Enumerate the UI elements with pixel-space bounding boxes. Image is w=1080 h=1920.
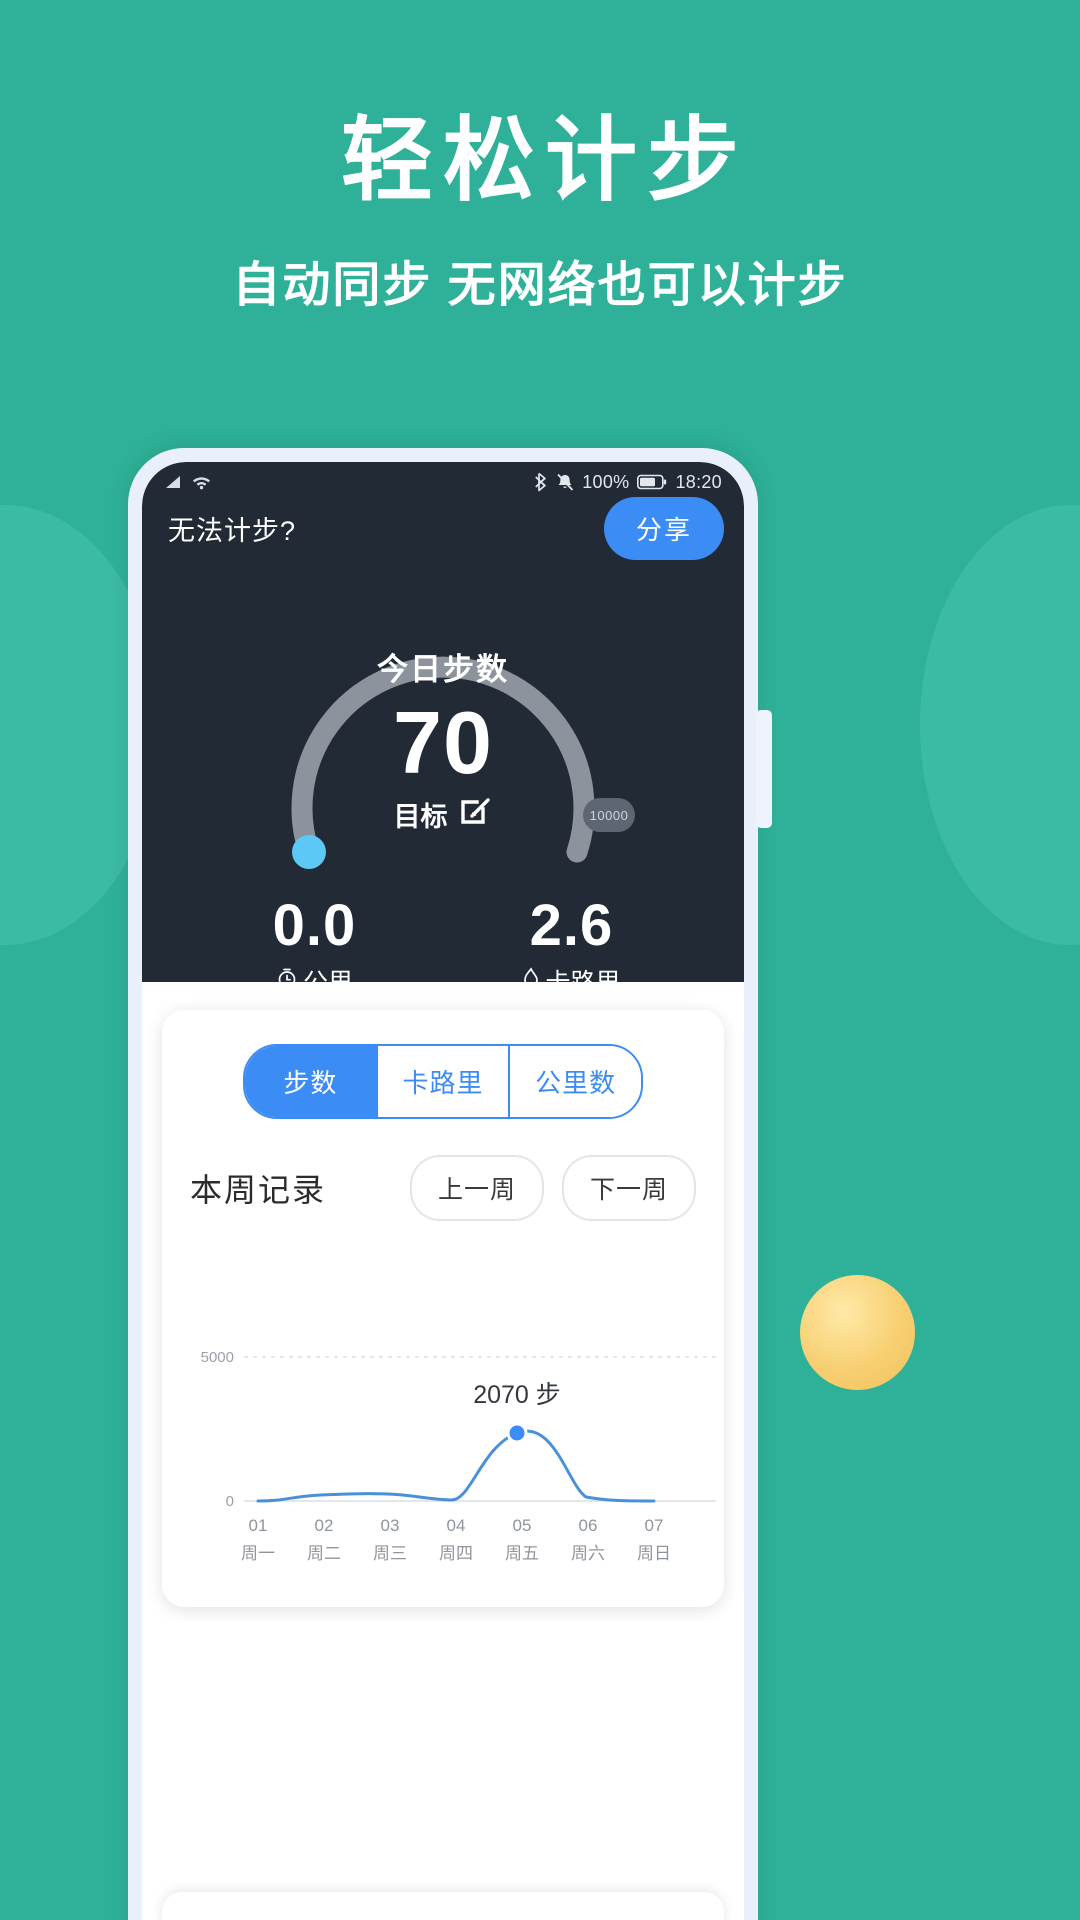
records-title: 本周记录 — [190, 1172, 327, 1208]
weekly-steps-chart: 5000 0 2070 步 01 02 03 04 05 06 07 周一 周二… — [162, 1319, 724, 1581]
calories-unit: 卡路里 — [545, 969, 621, 997]
next-week-button[interactable]: 下一周 — [561, 1155, 696, 1221]
edit-square-icon[interactable] — [459, 794, 493, 835]
goal-value-badge: 10000 — [583, 798, 635, 832]
chart-line — [256, 1429, 656, 1503]
wifi-icon — [191, 474, 212, 490]
background-orb — [800, 1275, 915, 1390]
xtick-num-2: 03 — [381, 1516, 400, 1535]
xtick-day-3: 周四 — [439, 1544, 473, 1563]
timer-icon — [276, 967, 298, 996]
distance-label-row: 公里 — [186, 963, 443, 999]
xtick-day-0: 周一 — [241, 1544, 275, 1563]
stats-row: 0.0 公里 2.6 卡路里 — [142, 892, 744, 999]
weekly-record-card: 步数 卡路里 公里数 本周记录 上一周 下一周 5000 0 2070 步 01… — [162, 1010, 724, 1607]
distance-unit: 公里 — [302, 969, 353, 997]
status-bar: 100% 18:20 — [142, 462, 744, 496]
xtick-day-4: 周五 — [505, 1544, 539, 1563]
stat-distance: 0.0 公里 — [186, 892, 443, 999]
battery-percent-label: 100% — [582, 471, 630, 492]
hero-top-row: 无法计步? 分享 — [142, 496, 744, 560]
promo-title: 轻松计步 — [340, 110, 749, 212]
promo-subtitle: 自动同步 无网络也可以计步 — [232, 259, 848, 313]
chart-annotation: 2070 步 — [473, 1381, 561, 1409]
xtick-num-3: 04 — [447, 1516, 466, 1535]
battery-icon — [637, 474, 667, 490]
signal-icon — [164, 474, 184, 490]
metric-tabs: 步数 卡路里 公里数 — [243, 1044, 643, 1119]
ytick-0: 0 — [226, 1493, 234, 1510]
step-progress-ring[interactable]: 今日步数 70 目标 10000 — [233, 566, 653, 896]
bluetooth-icon — [534, 472, 548, 492]
bell-muted-icon — [556, 473, 574, 492]
next-card-peek — [162, 1892, 724, 1920]
goal-label: 目标 — [393, 802, 448, 833]
tab-steps[interactable]: 步数 — [245, 1046, 378, 1117]
cannot-count-steps-link[interactable]: 无法计步? — [168, 509, 296, 548]
chart-peak-point — [506, 1422, 528, 1444]
flame-icon — [522, 966, 540, 996]
distance-value: 0.0 — [272, 893, 357, 958]
chart-svg: 5000 0 2070 步 01 02 03 04 05 06 07 周一 周二… — [201, 1349, 716, 1563]
xtick-num-0: 01 — [249, 1516, 268, 1535]
today-steps-value: 70 — [393, 693, 493, 792]
xtick-num-4: 05 — [513, 1516, 532, 1535]
promo-header: 轻松计步 自动同步 无网络也可以计步 — [0, 0, 1080, 315]
ytick-5000: 5000 — [201, 1349, 234, 1366]
xtick-day-5: 周六 — [571, 1544, 605, 1563]
background-circle-right — [920, 505, 1080, 945]
xtick-day-6: 周日 — [637, 1544, 671, 1563]
xtick-day-2: 周三 — [373, 1544, 407, 1563]
phone-mockup: 100% 18:20 无法计步? 分享 今日步数 70 目标 10000 0.0… — [128, 448, 772, 1920]
stat-calories: 2.6 卡路里 — [443, 892, 700, 999]
calories-label-row: 卡路里 — [443, 963, 700, 999]
status-time: 18:20 — [675, 471, 722, 492]
tab-calories[interactable]: 卡路里 — [377, 1046, 511, 1117]
xtick-num-6: 07 — [645, 1516, 664, 1535]
share-button[interactable]: 分享 — [603, 496, 724, 560]
phone-side-button — [756, 710, 772, 828]
today-steps-label: 今日步数 — [377, 652, 509, 687]
tab-distance[interactable]: 公里数 — [510, 1046, 641, 1117]
xtick-num-5: 06 — [579, 1516, 598, 1535]
calories-value: 2.6 — [529, 893, 614, 958]
phone-screen: 100% 18:20 无法计步? 分享 今日步数 70 目标 10000 0.0… — [142, 462, 744, 1920]
records-header: 本周记录 上一周 下一周 — [162, 1155, 724, 1221]
hero-panel: 100% 18:20 无法计步? 分享 今日步数 70 目标 10000 0.0… — [142, 462, 744, 997]
xtick-num-1: 02 — [315, 1516, 334, 1535]
week-nav: 上一周 下一周 — [409, 1155, 696, 1221]
xtick-day-1: 周二 — [307, 1544, 341, 1563]
prev-week-button[interactable]: 上一周 — [409, 1155, 544, 1221]
